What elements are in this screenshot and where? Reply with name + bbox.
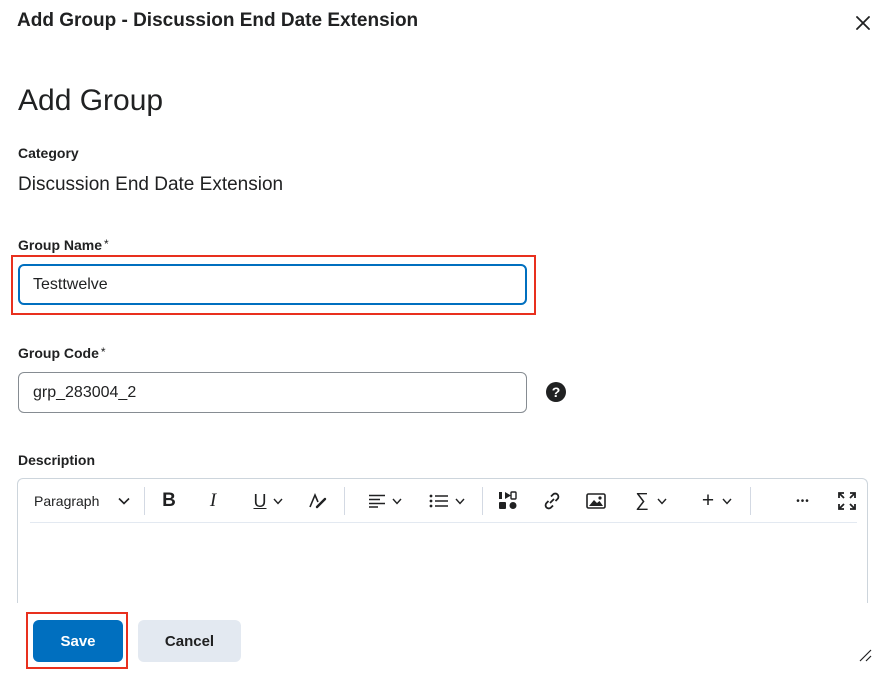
insert-link-button[interactable]	[540, 487, 564, 515]
insert-more-dropdown[interactable]: +	[696, 487, 738, 515]
text-style-icon	[309, 492, 327, 509]
underline-dropdown[interactable]: U	[246, 487, 290, 515]
fullscreen-icon	[838, 492, 856, 510]
text-style-button[interactable]	[306, 487, 330, 515]
description-editor: Paragraph B I U ∑ + •••	[17, 478, 868, 618]
group-name-label-text: Group Name	[18, 237, 103, 253]
group-code-label: Group Code *	[18, 345, 106, 361]
block-format-label: Paragraph	[34, 493, 100, 509]
bold-button[interactable]: B	[156, 487, 182, 515]
chevron-down-icon	[392, 498, 402, 505]
description-label: Description	[18, 452, 96, 468]
resize-handle-icon[interactable]	[858, 648, 872, 662]
align-dropdown[interactable]	[364, 487, 406, 515]
align-left-icon	[369, 494, 385, 508]
image-icon	[586, 493, 606, 509]
category-value: Discussion End Date Extension	[18, 174, 284, 195]
chevron-down-icon	[272, 498, 283, 505]
cancel-button[interactable]: Cancel	[138, 620, 241, 662]
chevron-down-icon	[118, 497, 130, 505]
media-icon	[499, 491, 517, 509]
group-name-label: Group Name *	[18, 237, 109, 253]
category-label: Category	[18, 145, 79, 161]
save-button[interactable]: Save	[33, 620, 123, 662]
list-dropdown[interactable]	[426, 487, 468, 515]
more-options-button[interactable]: •••	[788, 487, 818, 515]
editor-toolbar: Paragraph B I U ∑ + •••	[18, 479, 867, 523]
close-icon	[856, 16, 870, 30]
sigma-icon: ∑	[635, 490, 649, 511]
italic-icon: I	[209, 490, 217, 511]
toolbar-divider	[144, 487, 145, 515]
bold-icon: B	[162, 490, 176, 511]
dialog-footer	[0, 603, 894, 680]
plus-icon: +	[701, 489, 715, 512]
close-button[interactable]	[850, 10, 876, 36]
page-heading: Add Group	[18, 84, 164, 117]
toolbar-divider	[344, 487, 345, 515]
chevron-down-icon	[455, 498, 465, 505]
insert-image-button[interactable]	[584, 487, 608, 515]
insert-media-button[interactable]	[496, 487, 520, 515]
required-marker: *	[100, 345, 106, 359]
more-icon: •••	[796, 495, 810, 507]
toolbar-divider	[750, 487, 751, 515]
italic-button[interactable]: I	[200, 487, 226, 515]
underline-icon: U	[253, 490, 267, 511]
dialog-title: Add Group - Discussion End Date Extensio…	[17, 10, 419, 31]
group-code-input[interactable]	[18, 372, 527, 413]
equation-dropdown[interactable]: ∑	[630, 487, 672, 515]
required-marker: *	[104, 237, 109, 251]
group-name-input[interactable]	[18, 264, 527, 305]
chevron-down-icon	[722, 498, 732, 505]
group-code-label-text: Group Code	[18, 345, 99, 361]
link-icon	[544, 492, 560, 510]
fullscreen-button[interactable]	[836, 487, 858, 515]
help-icon[interactable]: ?	[546, 382, 566, 402]
chevron-down-icon	[657, 498, 667, 505]
toolbar-divider	[482, 487, 483, 515]
toolbar-separator	[30, 522, 857, 523]
bulleted-list-icon	[429, 494, 448, 508]
block-format-dropdown[interactable]: Paragraph	[30, 487, 134, 515]
